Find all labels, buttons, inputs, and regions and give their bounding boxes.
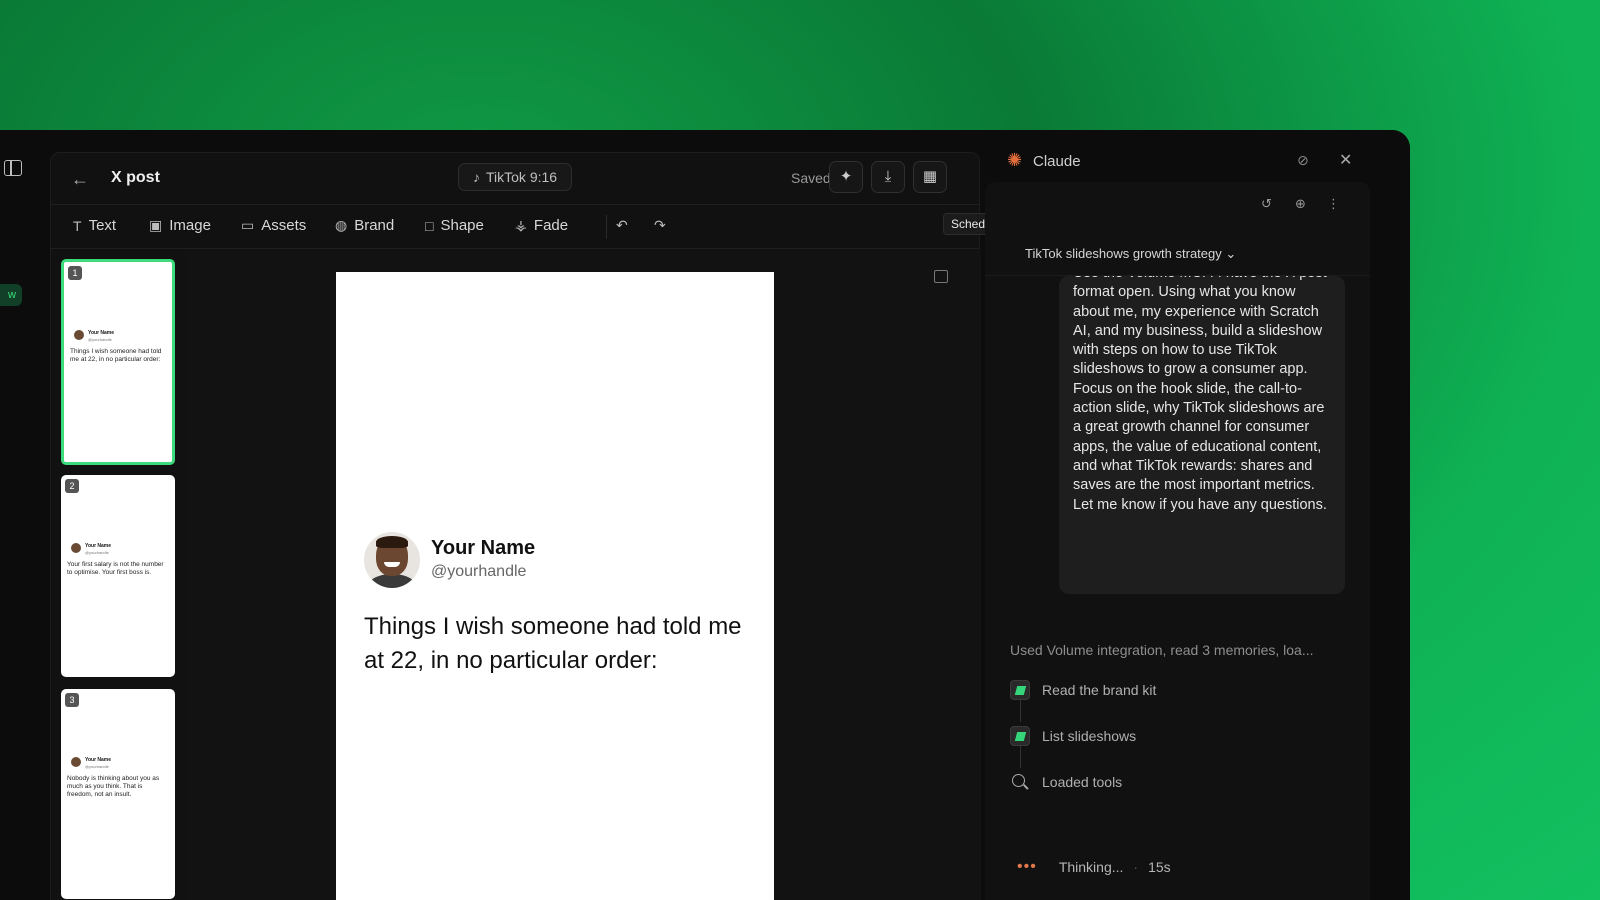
conversation-title: TikTok slideshows growth strategy <box>1025 246 1222 261</box>
brand-tool-label: Brand <box>354 217 395 234</box>
slide-thumbnail-1[interactable]: 1 Your Name @yourhandle Things I wish so… <box>61 259 175 465</box>
unpin-icon[interactable]: ⊘ <box>1297 152 1309 169</box>
document-title: X post <box>111 169 160 186</box>
thumb-name: Your Name <box>85 543 112 549</box>
slide-number: 3 <box>65 693 79 707</box>
user-message-text: Use the Volume MCP. I have the X post fo… <box>1073 276 1327 513</box>
volume-icon <box>1010 680 1030 700</box>
thumb-text: Your first salary is not the number to o… <box>67 561 164 577</box>
post-author-name[interactable]: Your Name <box>431 537 535 560</box>
thinking-indicator: ••• Thinking... · 15s <box>1017 858 1171 876</box>
palette-icon: ◍ <box>335 217 348 233</box>
thumb-handle: @yourhandle <box>85 550 109 555</box>
editor-panel: ← X post ♪ TikTok 9:16 Saved ✦ ⤓ ▦ Schedu… <box>50 152 1010 900</box>
profile-avatar <box>364 532 420 588</box>
format-label: TikTok 9:16 <box>486 169 558 185</box>
volume-icon <box>1010 726 1030 746</box>
shape-tool-label: Shape <box>440 217 484 234</box>
assets-tool[interactable]: ▭ Assets <box>241 217 306 234</box>
thumb-text: Things I wish someone had told me at 22,… <box>70 348 162 364</box>
step-connector <box>1020 700 1021 722</box>
thumb-avatar <box>71 757 81 767</box>
separator: · <box>1133 859 1139 875</box>
slide-number: 2 <box>65 479 79 493</box>
tool-usage-summary[interactable]: Used Volume integration, read 3 memories… <box>1010 642 1314 658</box>
fade-tool-label: Fade <box>533 217 569 234</box>
editor-toolbar: T Text ▣ Image ▭ Assets ◍ Brand □ Shape ⚶ Fade… <box>51 205 979 249</box>
slide-thumbnail-3[interactable]: 3 Your Name @yourhandle Nobody is thinki… <box>61 689 175 899</box>
sidebar-toggle-icon[interactable] <box>4 160 22 176</box>
thumb-avatar <box>71 543 81 553</box>
magic-button[interactable]: ✦ <box>829 161 863 193</box>
download-button[interactable]: ⤓ <box>871 161 905 193</box>
thumb-handle: @yourhandle <box>85 764 109 769</box>
fade-icon: ⚶ <box>515 217 527 233</box>
download-icon: ⤓ <box>884 168 892 185</box>
left-rail: w <box>0 130 50 900</box>
chevron-down-icon: ⌄ <box>1225 246 1237 261</box>
collapse-panel-icon[interactable] <box>934 270 948 283</box>
text-tool[interactable]: T Text <box>73 217 116 234</box>
conversation-title-dropdown[interactable]: TikTok slideshows growth strategy ⌄ <box>1025 246 1236 262</box>
step-label: Read the brand kit <box>1042 682 1157 698</box>
slide-number: 1 <box>68 266 82 280</box>
folder-icon: ▭ <box>241 217 255 233</box>
more-menu-icon[interactable]: ⋮ <box>1327 196 1340 212</box>
image-tool-label: Image <box>169 217 211 234</box>
thumb-name: Your Name <box>88 330 115 336</box>
step-loaded-tools: Loaded tools <box>1010 772 1122 792</box>
post-text[interactable]: Things I wish someone had told me at 22,… <box>364 610 754 677</box>
thinking-dots-icon: ••• <box>1017 858 1037 875</box>
step-label: List slideshows <box>1042 728 1137 744</box>
magic-wand-icon: ✦ <box>839 168 853 185</box>
search-icon <box>1010 772 1030 792</box>
app-window: w ← X post ♪ TikTok 9:16 Saved ✦ ⤓ ▦ Sche… <box>0 130 1410 900</box>
undo-icon: ↶ <box>616 217 628 233</box>
step-label: Loaded tools <box>1042 774 1123 790</box>
slide-canvas[interactable]: Your Name @yourhandle Things I wish some… <box>336 272 774 900</box>
thumb-text: Nobody is thinking about you as much as … <box>67 775 160 799</box>
shape-tool[interactable]: □ Shape <box>425 217 484 234</box>
save-status: Saved <box>791 170 831 186</box>
new-chat-icon[interactable]: ⊕ <box>1295 196 1306 212</box>
undo-button[interactable]: ↶ <box>616 217 628 234</box>
thinking-elapsed: 15s <box>1148 859 1171 875</box>
post-author-handle[interactable]: @yourhandle <box>431 563 526 581</box>
claude-logo-icon: ✺ <box>1007 150 1023 170</box>
fade-tool[interactable]: ⚶ Fade <box>515 217 568 234</box>
assets-tool-label: Assets <box>261 217 307 234</box>
schedule-button[interactable]: ▦ <box>913 161 947 193</box>
tiktok-icon: ♪ <box>473 169 480 185</box>
step-connector <box>1020 746 1021 768</box>
history-icon[interactable]: ↺ <box>1261 196 1272 212</box>
slide-thumbnail-2[interactable]: 2 Your Name @yourhandle Your first salar… <box>61 475 175 677</box>
redo-button[interactable]: ↷ <box>654 217 666 234</box>
rail-pill[interactable]: w <box>0 284 22 306</box>
image-tool[interactable]: ▣ Image <box>149 217 211 234</box>
claude-header: ✺ Claude ⊘ ✕ <box>985 150 1410 174</box>
thumb-avatar <box>74 330 84 340</box>
back-arrow-icon[interactable]: ← <box>71 169 89 190</box>
text-tool-label: Text <box>88 217 117 234</box>
text-icon: T <box>73 217 82 234</box>
thinking-label: Thinking... <box>1058 859 1124 875</box>
redo-icon: ↷ <box>654 217 666 233</box>
thumb-name: Your Name <box>85 757 112 763</box>
calendar-clock-icon: ▦ <box>922 168 938 185</box>
step-read-brand-kit: Read the brand kit <box>1010 680 1156 700</box>
claude-panel: ✺ Claude ⊘ ✕ ↺ ⊕ ⋮ TikTok slideshows gro… <box>985 130 1410 900</box>
editor-topbar: ← X post ♪ TikTok 9:16 Saved ✦ ⤓ ▦ <box>51 153 979 205</box>
claude-title: Claude <box>1033 153 1081 170</box>
step-list-slideshows: List slideshows <box>1010 726 1136 746</box>
image-icon: ▣ <box>149 217 163 233</box>
user-message: Use the Volume MCP. I have the X post fo… <box>1059 276 1345 594</box>
toolbar-divider <box>606 215 607 239</box>
brand-tool[interactable]: ◍ Brand <box>335 217 394 234</box>
square-icon: □ <box>425 217 434 234</box>
format-selector[interactable]: ♪ TikTok 9:16 <box>458 163 573 191</box>
close-icon[interactable]: ✕ <box>1339 150 1352 170</box>
thumb-handle: @yourhandle <box>88 337 112 342</box>
claude-chat: ↺ ⊕ ⋮ TikTok slideshows growth strategy … <box>985 182 1370 900</box>
